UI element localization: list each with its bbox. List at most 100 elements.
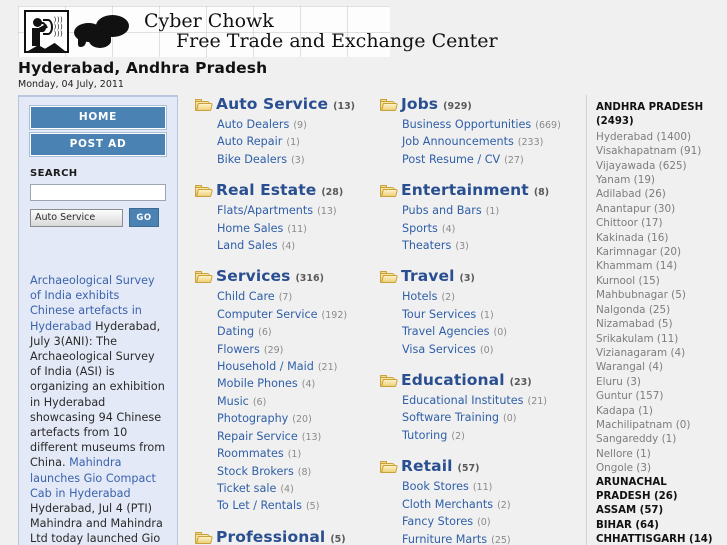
region-city-link[interactable]: Adilabad (26) xyxy=(596,187,723,201)
subcategory-link[interactable]: Visa Services xyxy=(402,343,476,356)
subcategory-link[interactable]: Ticket sale xyxy=(217,482,276,495)
region-city-link[interactable]: Nellore (1) xyxy=(596,447,723,461)
category-header[interactable]: Jobs (929) xyxy=(380,95,565,113)
category-title[interactable]: Jobs xyxy=(401,95,438,113)
subcategory-link[interactable]: Fancy Stores xyxy=(402,515,473,528)
subcategory-link[interactable]: Dating xyxy=(217,325,254,338)
site-logo-banner[interactable]: ))) ))) ))) Cyber Chowk Free Trade and E… xyxy=(18,6,498,57)
region-city-link[interactable]: Machilipatnam (0) xyxy=(596,418,723,432)
subcategory-link[interactable]: Tutoring xyxy=(402,429,447,442)
subcategory-link[interactable]: Sports xyxy=(402,222,438,235)
site-title-line1: Cyber Chowk xyxy=(144,9,274,32)
subcategory-link[interactable]: Pubs and Bars xyxy=(402,204,482,217)
subcategory-link[interactable]: Flats/Apartments xyxy=(217,204,313,217)
subcategory-count: (13) xyxy=(301,431,322,443)
region-city-link[interactable]: Visakhapatnam (91) xyxy=(596,144,723,158)
subcategory-link[interactable]: Repair Service xyxy=(217,430,298,443)
region-state-link[interactable]: ANDHRA PRADESH (2493) xyxy=(596,101,723,130)
subcategory-count: (21) xyxy=(317,362,338,374)
subcategory-link[interactable]: Tour Services xyxy=(402,308,476,321)
subcategory-link[interactable]: Software Training xyxy=(402,411,499,424)
list-item: Flats/Apartments (13) xyxy=(217,202,380,219)
region-state-link[interactable]: ASSAM (57) xyxy=(596,504,723,518)
search-go-button[interactable]: GO xyxy=(129,208,159,227)
subcategory-link[interactable]: Book Stores xyxy=(402,480,469,493)
region-city-link[interactable]: Kakinada (16) xyxy=(596,231,723,245)
region-state-link[interactable]: ARUNACHAL PRADESH (26) xyxy=(596,476,723,505)
region-city-link[interactable]: Srikakulam (11) xyxy=(596,332,723,346)
subcategory-link[interactable]: Computer Service xyxy=(217,308,318,321)
subcategory-link[interactable]: Home Sales xyxy=(217,222,283,235)
region-city-link[interactable]: Sangareddy (1) xyxy=(596,432,723,446)
subcategory-link[interactable]: Flowers xyxy=(217,343,260,356)
category-header[interactable]: Retail (57) xyxy=(380,457,565,475)
subcategory-link[interactable]: Furniture Marts xyxy=(402,533,487,545)
category-header[interactable]: Real Estate (28) xyxy=(195,181,380,199)
subcategory-count: (0) xyxy=(493,327,507,339)
region-city-link[interactable]: Eluru (3) xyxy=(596,375,723,389)
region-city-link[interactable]: Kurnool (15) xyxy=(596,274,723,288)
region-city-link[interactable]: Anantapur (30) xyxy=(596,202,723,216)
region-city-link[interactable]: Vizianagaram (4) xyxy=(596,346,723,360)
category-title[interactable]: Professional xyxy=(216,528,325,545)
region-city-link[interactable]: Yanam (19) xyxy=(596,173,723,187)
category-header[interactable]: Professional (5) xyxy=(195,528,380,545)
list-item: Tour Services (1) xyxy=(402,306,565,323)
subcategory-link[interactable]: Travel Agencies xyxy=(402,325,490,338)
category-header[interactable]: Travel (3) xyxy=(380,267,565,285)
category-title[interactable]: Auto Service xyxy=(216,95,328,113)
category-block: Auto Service (13) Auto Dealers (9) Auto Repa… xyxy=(195,95,380,168)
category-title[interactable]: Travel xyxy=(401,267,455,285)
subcategory-link[interactable]: Hotels xyxy=(402,290,437,303)
subcategory-link[interactable]: Cloth Merchants xyxy=(402,498,493,511)
search-input[interactable] xyxy=(30,184,166,201)
region-state-link[interactable]: CHHATTISGARH (14) xyxy=(596,533,723,545)
subcategory-link[interactable]: Stock Brokers xyxy=(217,465,294,478)
region-city-link[interactable]: Guntur (157) xyxy=(596,389,723,403)
region-city-link[interactable]: Khammam (14) xyxy=(596,259,723,273)
category-title[interactable]: Services xyxy=(216,267,290,285)
home-button[interactable]: HOME xyxy=(29,105,167,130)
region-city-link[interactable]: Warangal (4) xyxy=(596,360,723,374)
region-city-link[interactable]: Nalgonda (25) xyxy=(596,303,723,317)
region-city-link[interactable]: Mahbubnagar (5) xyxy=(596,288,723,302)
category-title[interactable]: Real Estate xyxy=(216,181,316,199)
region-city-link[interactable]: Karimnagar (20) xyxy=(596,245,723,259)
subcategory-link[interactable]: Roommates xyxy=(217,447,284,460)
region-city-link[interactable]: Hyderabad (1400) xyxy=(596,130,723,144)
subcategory-link[interactable]: Bike Dealers xyxy=(217,153,287,166)
category-title[interactable]: Retail xyxy=(401,457,453,475)
region-city-link[interactable]: Vijayawada (625) xyxy=(596,159,723,173)
subcategory-link[interactable]: Land Sales xyxy=(217,239,278,252)
subcategory-link[interactable]: Educational Institutes xyxy=(402,394,524,407)
list-item: Land Sales (4) xyxy=(217,237,380,254)
list-item: Book Stores (11) xyxy=(402,478,565,495)
subcategory-link[interactable]: Post Resume / CV xyxy=(402,153,500,166)
subcategory-count: (6) xyxy=(258,327,272,339)
category-header[interactable]: Educational (23) xyxy=(380,371,565,389)
subcategory-link[interactable]: Auto Repair xyxy=(217,135,282,148)
region-state-link[interactable]: BIHAR (64) xyxy=(596,519,723,533)
category-header[interactable]: Services (316) xyxy=(195,267,380,285)
subcategory-link[interactable]: Music xyxy=(217,395,249,408)
subcategory-link[interactable]: Household / Maid xyxy=(217,360,314,373)
region-city-link[interactable]: Ongole (3) xyxy=(596,461,723,475)
region-city-link[interactable]: Nizamabad (5) xyxy=(596,317,723,331)
category-header[interactable]: Entertainment (8) xyxy=(380,181,565,199)
category-header[interactable]: Auto Service (13) xyxy=(195,95,380,113)
subcategory-link[interactable]: Theaters xyxy=(402,239,451,252)
post-ad-button[interactable]: POST AD xyxy=(29,132,167,157)
subcategory-link[interactable]: Auto Dealers xyxy=(217,118,289,131)
subcategory-link[interactable]: To Let / Rentals xyxy=(217,499,302,512)
region-city-link[interactable]: Kadapa (1) xyxy=(596,404,723,418)
category-title[interactable]: Entertainment xyxy=(401,181,529,199)
subcategory-link[interactable]: Photography xyxy=(217,412,288,425)
category-title[interactable]: Educational xyxy=(401,371,505,389)
subcategory-link[interactable]: Job Announcements xyxy=(402,135,514,148)
subcategory-link[interactable]: Mobile Phones xyxy=(217,377,298,390)
category-count: (13) xyxy=(333,101,356,112)
subcategory-link[interactable]: Child Care xyxy=(217,290,275,303)
region-city-link[interactable]: Chittoor (17) xyxy=(596,216,723,230)
search-category-select[interactable]: Auto Service xyxy=(30,208,123,227)
subcategory-link[interactable]: Business Opportunities xyxy=(402,118,531,131)
